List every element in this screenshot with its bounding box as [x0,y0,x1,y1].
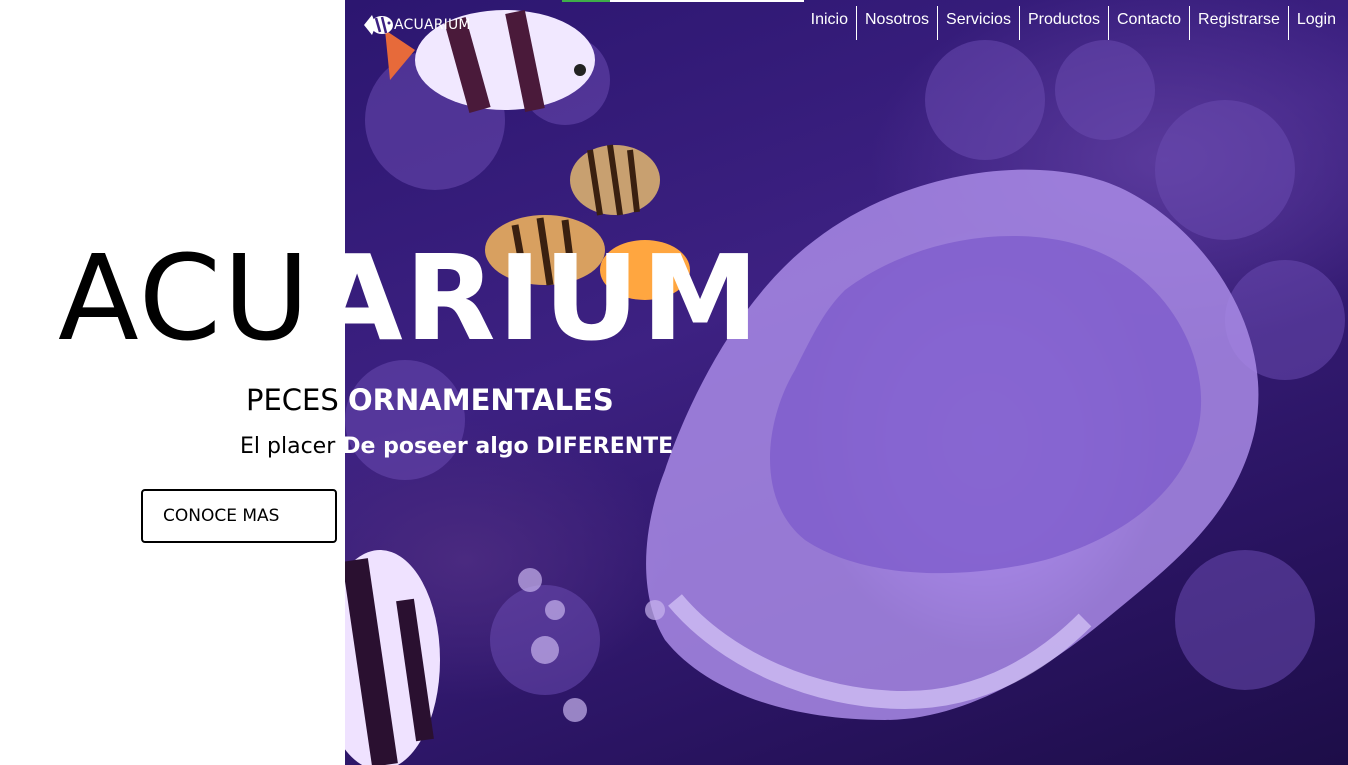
conoce-mas-button[interactable]: CONOCE MAS [141,489,337,543]
hero-title: ACUARIUM [58,228,761,368]
nav-item-inicio[interactable]: Inicio [803,6,857,40]
hero-title-light: ACU [58,229,312,367]
brand-logo[interactable]: ACUARIUM [362,10,471,40]
hero-subtitle-light: PECES [246,383,349,417]
page-loading-bar-fill [562,0,611,2]
nav-item-productos[interactable]: Productos [1020,6,1109,40]
main-nav: Inicio Nosotros Servicios Productos Cont… [803,6,1344,40]
hero-title-bold: ARIUM [311,229,761,367]
nav-item-nosotros[interactable]: Nosotros [857,6,939,40]
landing-page: ACUARIUM Inicio Nosotros Servicios Produ… [0,0,1348,765]
nav-item-registrarse[interactable]: Registrarse [1190,6,1289,40]
hero-tagline-light: El placer [240,434,343,459]
hero-tagline: El placer De poseer algo DIFERENTE [240,431,673,463]
fish-logo-icon [364,15,393,35]
hero-subtitle: PECES ORNAMENTALES [246,380,614,420]
hero-subtitle-bold: ORNAMENTALES [348,383,614,417]
nav-item-contacto[interactable]: Contacto [1109,6,1191,40]
page-loading-bar [562,0,804,2]
brand-name: ACUARIUM [394,17,471,33]
nav-item-servicios[interactable]: Servicios [938,6,1020,40]
hero-tagline-bold: De poseer algo DIFERENTE [342,434,674,459]
nav-item-login[interactable]: Login [1289,6,1344,40]
